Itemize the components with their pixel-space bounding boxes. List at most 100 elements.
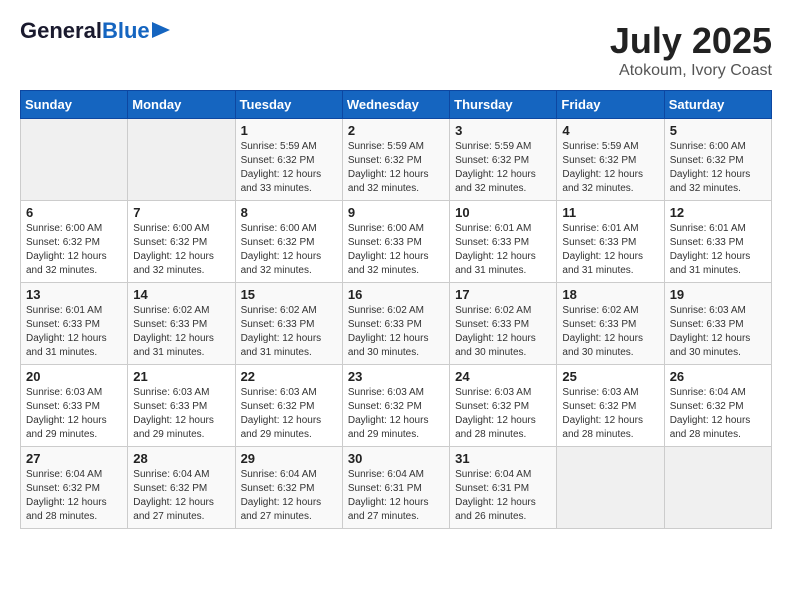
day-number: 7 [133, 205, 229, 220]
day-number: 11 [562, 205, 658, 220]
calendar-cell: 21 Sunrise: 6:03 AM Sunset: 6:33 PM Dayli… [128, 365, 235, 447]
title-block: July 2025 Atokoum, Ivory Coast [610, 20, 772, 80]
day-number: 26 [670, 369, 766, 384]
day-info: Sunrise: 6:00 AM Sunset: 6:32 PM Dayligh… [26, 222, 122, 278]
page-header: GeneralBlue July 2025 Atokoum, Ivory Coa… [20, 20, 772, 80]
day-number: 9 [348, 205, 444, 220]
day-number: 28 [133, 451, 229, 466]
day-info: Sunrise: 6:03 AM Sunset: 6:32 PM Dayligh… [455, 386, 551, 442]
calendar-cell: 13 Sunrise: 6:01 AM Sunset: 6:33 PM Dayli… [21, 283, 128, 365]
day-info: Sunrise: 6:01 AM Sunset: 6:33 PM Dayligh… [670, 222, 766, 278]
calendar-cell [664, 447, 771, 529]
calendar-cell: 31 Sunrise: 6:04 AM Sunset: 6:31 PM Dayli… [450, 447, 557, 529]
logo-arrow-icon [152, 22, 170, 38]
day-info: Sunrise: 6:02 AM Sunset: 6:33 PM Dayligh… [455, 304, 551, 360]
calendar-cell: 26Sunrise: 6:04 AM Sunset: 6:32 PM Dayli… [664, 365, 771, 447]
calendar-cell [128, 119, 235, 201]
day-info: Sunrise: 6:04 AM Sunset: 6:31 PM Dayligh… [348, 468, 444, 524]
day-number: 6 [26, 205, 122, 220]
day-number: 24 [455, 369, 551, 384]
calendar-week-row: 27 Sunrise: 6:04 AM Sunset: 6:32 PM Dayli… [21, 447, 772, 529]
calendar-cell: 5Sunrise: 6:00 AM Sunset: 6:32 PM Daylig… [664, 119, 771, 201]
calendar-cell: 14 Sunrise: 6:02 AM Sunset: 6:33 PM Dayli… [128, 283, 235, 365]
day-info: Sunrise: 6:01 AM Sunset: 6:33 PM Dayligh… [455, 222, 551, 278]
day-info: Sunrise: 6:04 AM Sunset: 6:32 PM Dayligh… [133, 468, 229, 524]
day-number: 10 [455, 205, 551, 220]
day-info: Sunrise: 6:00 AM Sunset: 6:32 PM Dayligh… [241, 222, 337, 278]
calendar-cell: 1 Sunrise: 5:59 AM Sunset: 6:32 PM Daylig… [235, 119, 342, 201]
calendar-subtitle: Atokoum, Ivory Coast [610, 62, 772, 80]
day-number: 4 [562, 123, 658, 138]
day-info: Sunrise: 6:00 AM Sunset: 6:33 PM Dayligh… [348, 222, 444, 278]
day-number: 17 [455, 287, 551, 302]
calendar-week-row: 20 Sunrise: 6:03 AM Sunset: 6:33 PM Dayli… [21, 365, 772, 447]
day-info: Sunrise: 6:02 AM Sunset: 6:33 PM Dayligh… [133, 304, 229, 360]
calendar-cell: 16Sunrise: 6:02 AM Sunset: 6:33 PM Dayli… [342, 283, 449, 365]
day-info: Sunrise: 6:01 AM Sunset: 6:33 PM Dayligh… [562, 222, 658, 278]
day-number: 27 [26, 451, 122, 466]
day-number: 16 [348, 287, 444, 302]
calendar-cell: 28 Sunrise: 6:04 AM Sunset: 6:32 PM Dayli… [128, 447, 235, 529]
logo-text: GeneralBlue [20, 20, 150, 42]
calendar-cell: 25 Sunrise: 6:03 AM Sunset: 6:32 PM Dayli… [557, 365, 664, 447]
day-number: 2 [348, 123, 444, 138]
calendar-cell: 7 Sunrise: 6:00 AM Sunset: 6:32 PM Daylig… [128, 201, 235, 283]
day-number: 20 [26, 369, 122, 384]
day-info: Sunrise: 6:00 AM Sunset: 6:32 PM Dayligh… [133, 222, 229, 278]
day-number: 18 [562, 287, 658, 302]
calendar-cell: 29Sunrise: 6:04 AM Sunset: 6:32 PM Dayli… [235, 447, 342, 529]
day-info: Sunrise: 6:03 AM Sunset: 6:33 PM Dayligh… [670, 304, 766, 360]
day-number: 19 [670, 287, 766, 302]
day-info: Sunrise: 6:00 AM Sunset: 6:32 PM Dayligh… [670, 140, 766, 196]
calendar-cell: 17 Sunrise: 6:02 AM Sunset: 6:33 PM Dayli… [450, 283, 557, 365]
day-number: 30 [348, 451, 444, 466]
calendar-cell: 23 Sunrise: 6:03 AM Sunset: 6:32 PM Dayli… [342, 365, 449, 447]
calendar-cell: 11 Sunrise: 6:01 AM Sunset: 6:33 PM Dayli… [557, 201, 664, 283]
weekday-header-saturday: Saturday [664, 91, 771, 119]
calendar-cell: 4 Sunrise: 5:59 AM Sunset: 6:32 PM Daylig… [557, 119, 664, 201]
weekday-header-tuesday: Tuesday [235, 91, 342, 119]
calendar-cell: 12 Sunrise: 6:01 AM Sunset: 6:33 PM Dayli… [664, 201, 771, 283]
day-info: Sunrise: 6:02 AM Sunset: 6:33 PM Dayligh… [562, 304, 658, 360]
logo: GeneralBlue [20, 20, 170, 42]
calendar-title: July 2025 [610, 20, 772, 62]
calendar-week-row: 1 Sunrise: 5:59 AM Sunset: 6:32 PM Daylig… [21, 119, 772, 201]
calendar-week-row: 13 Sunrise: 6:01 AM Sunset: 6:33 PM Dayli… [21, 283, 772, 365]
calendar-cell: 9 Sunrise: 6:00 AM Sunset: 6:33 PM Daylig… [342, 201, 449, 283]
day-info: Sunrise: 6:03 AM Sunset: 6:33 PM Dayligh… [26, 386, 122, 442]
day-number: 21 [133, 369, 229, 384]
day-number: 1 [241, 123, 337, 138]
day-number: 25 [562, 369, 658, 384]
day-number: 12 [670, 205, 766, 220]
calendar-cell: 22Sunrise: 6:03 AM Sunset: 6:32 PM Dayli… [235, 365, 342, 447]
day-number: 3 [455, 123, 551, 138]
day-number: 8 [241, 205, 337, 220]
calendar-cell: 10 Sunrise: 6:01 AM Sunset: 6:33 PM Dayli… [450, 201, 557, 283]
day-number: 15 [241, 287, 337, 302]
day-info: Sunrise: 6:03 AM Sunset: 6:32 PM Dayligh… [241, 386, 337, 442]
day-info: Sunrise: 6:03 AM Sunset: 6:33 PM Dayligh… [133, 386, 229, 442]
calendar-cell [21, 119, 128, 201]
day-info: Sunrise: 6:03 AM Sunset: 6:32 PM Dayligh… [348, 386, 444, 442]
weekday-header-row: SundayMondayTuesdayWednesdayThursdayFrid… [21, 91, 772, 119]
weekday-header-wednesday: Wednesday [342, 91, 449, 119]
calendar-cell: 20 Sunrise: 6:03 AM Sunset: 6:33 PM Dayli… [21, 365, 128, 447]
day-number: 13 [26, 287, 122, 302]
day-info: Sunrise: 5:59 AM Sunset: 6:32 PM Dayligh… [562, 140, 658, 196]
day-info: Sunrise: 6:04 AM Sunset: 6:31 PM Dayligh… [455, 468, 551, 524]
weekday-header-monday: Monday [128, 91, 235, 119]
calendar-cell: 24 Sunrise: 6:03 AM Sunset: 6:32 PM Dayli… [450, 365, 557, 447]
calendar-cell: 30 Sunrise: 6:04 AM Sunset: 6:31 PM Dayli… [342, 447, 449, 529]
day-info: Sunrise: 6:03 AM Sunset: 6:32 PM Dayligh… [562, 386, 658, 442]
day-number: 29 [241, 451, 337, 466]
calendar-cell: 2 Sunrise: 5:59 AM Sunset: 6:32 PM Daylig… [342, 119, 449, 201]
day-info: Sunrise: 6:01 AM Sunset: 6:33 PM Dayligh… [26, 304, 122, 360]
day-number: 31 [455, 451, 551, 466]
day-info: Sunrise: 5:59 AM Sunset: 6:32 PM Dayligh… [241, 140, 337, 196]
day-number: 23 [348, 369, 444, 384]
calendar-week-row: 6 Sunrise: 6:00 AM Sunset: 6:32 PM Daylig… [21, 201, 772, 283]
day-info: Sunrise: 5:59 AM Sunset: 6:32 PM Dayligh… [455, 140, 551, 196]
day-number: 14 [133, 287, 229, 302]
calendar-cell: 8 Sunrise: 6:00 AM Sunset: 6:32 PM Daylig… [235, 201, 342, 283]
day-info: Sunrise: 5:59 AM Sunset: 6:32 PM Dayligh… [348, 140, 444, 196]
